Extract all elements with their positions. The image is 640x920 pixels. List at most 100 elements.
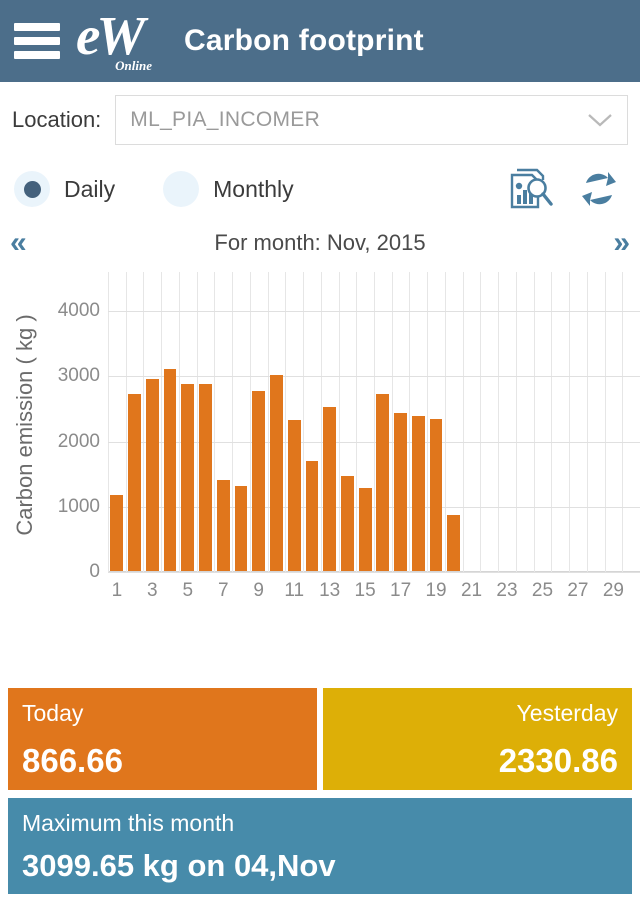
- mode-row: Daily Monthly: [0, 154, 640, 220]
- location-select[interactable]: ML_PIA_INCOMER: [115, 95, 628, 145]
- chart-gridline-horizontal: [108, 311, 640, 313]
- chart-x-tick-label: 17: [390, 580, 412, 601]
- chart-gridline-vertical: [161, 272, 163, 572]
- location-selected-value: ML_PIA_INCOMER: [130, 108, 321, 131]
- chart-bar[interactable]: [394, 413, 407, 571]
- today-card-value: 866.66: [22, 742, 123, 779]
- prev-month-button[interactable]: «: [10, 228, 60, 258]
- month-title: For month: Nov, 2015: [214, 230, 426, 255]
- logo-subtext: Online: [115, 58, 152, 73]
- chart-x-tick-label: 25: [531, 580, 554, 601]
- maximum-card-value: 3099.65 kg on 04,Nov: [22, 848, 336, 883]
- app-logo[interactable]: eW Online: [76, 5, 154, 73]
- today-card[interactable]: Today 866.66: [8, 688, 317, 790]
- chart-bar[interactable]: [270, 374, 283, 571]
- chart-bar[interactable]: [128, 393, 141, 571]
- chart-x-tick-label: 9: [253, 580, 265, 601]
- chart-y-axis-label: Carbon emission ( kg ): [12, 314, 37, 536]
- chart-gridline-vertical: [267, 272, 269, 572]
- chart-gridline-vertical: [515, 272, 517, 572]
- chart-gridline-vertical: [374, 272, 375, 572]
- chart-x-axis-ticks: 1 3 5 7 9 11 13 15 17 19 21 23 25 27 29: [108, 580, 640, 610]
- carbon-emission-chart: Carbon emission ( kg ) 0 1000 2000 3000 4000…: [0, 272, 640, 622]
- app-header: eW Online Carbon footprint: [0, 0, 640, 82]
- chart-bar[interactable]: [163, 368, 177, 571]
- chart-gridline-vertical: [232, 272, 234, 572]
- chart-bar[interactable]: [358, 488, 372, 571]
- chart-x-tick-label: 23: [496, 580, 518, 601]
- chart-gridline-vertical: [569, 272, 571, 572]
- location-row: Location: ML_PIA_INCOMER: [0, 82, 640, 154]
- chart-bar[interactable]: [216, 479, 230, 571]
- chart-bar[interactable]: [447, 514, 461, 571]
- radio-option-daily[interactable]: Daily: [14, 171, 115, 207]
- chart-bar[interactable]: [305, 461, 319, 571]
- chart-x-tick-label: 11: [284, 580, 305, 601]
- summary-card-row: Today 866.66 Yesterday 2330.86: [8, 688, 632, 790]
- chart-x-tick-label: 27: [567, 580, 589, 601]
- chart-gridline-horizontal: [108, 376, 640, 378]
- chart-y-tick-label: 0: [89, 561, 100, 582]
- chart-bar[interactable]: [252, 391, 266, 571]
- maximum-card[interactable]: Maximum this month 3099.65 kg on 04,Nov: [8, 798, 632, 894]
- report-search-icon[interactable]: [504, 165, 556, 213]
- chart-bar[interactable]: [411, 415, 425, 571]
- hamburger-bar: [14, 51, 60, 59]
- chart-plot-area: [108, 272, 640, 573]
- chart-gridline-vertical: [143, 272, 145, 572]
- chart-bar[interactable]: [199, 383, 212, 571]
- chart-gridline-vertical: [462, 272, 464, 572]
- chart-gridline-vertical: [586, 272, 588, 572]
- chart-gridline-vertical: [338, 272, 340, 572]
- chart-bar[interactable]: [323, 406, 337, 571]
- chart-gridline-vertical: [249, 272, 251, 572]
- radio-option-monthly[interactable]: Monthly: [163, 171, 294, 207]
- chart-bar[interactable]: [376, 394, 390, 571]
- chart-bar[interactable]: [429, 419, 443, 571]
- summary-cards: Today 866.66 Yesterday 2330.86 Maximum t…: [0, 688, 640, 894]
- chart-gridline-vertical: [214, 272, 216, 572]
- radio-daily-label: Daily: [64, 175, 116, 202]
- chart-bar[interactable]: [145, 379, 159, 571]
- today-card-label: Today: [22, 700, 84, 726]
- chart-gridline-vertical: [409, 272, 411, 572]
- hamburger-bar: [14, 23, 60, 31]
- chevron-down-icon: [588, 114, 612, 127]
- chart-bar[interactable]: [234, 486, 248, 571]
- chart-gridline-vertical: [533, 272, 535, 572]
- hamburger-menu-icon[interactable]: [14, 23, 60, 59]
- chart-gridline-vertical: [427, 272, 429, 572]
- chart-gridline-vertical: [303, 272, 305, 572]
- chart-gridline-vertical: [622, 272, 624, 572]
- chart-bar[interactable]: [181, 383, 195, 571]
- chart-gridline-vertical: [285, 272, 287, 572]
- chart-gridline-vertical: [480, 272, 482, 572]
- refresh-sync-icon[interactable]: [578, 167, 620, 211]
- chart-gridline-vertical: [498, 272, 500, 572]
- chart-gridline-vertical: [108, 272, 109, 572]
- chart-bar[interactable]: [110, 495, 124, 571]
- chart-bar[interactable]: [341, 476, 354, 571]
- chart-x-tick-label: 5: [182, 580, 194, 601]
- month-nav: « For month: Nov, 2015 »: [0, 220, 640, 266]
- chart-y-tick-label: 2000: [57, 430, 100, 452]
- chart-x-tick-label: 7: [217, 580, 229, 601]
- chart-gridline-vertical: [604, 272, 606, 572]
- next-month-button[interactable]: »: [580, 228, 630, 258]
- chart-gridline-horizontal: [108, 572, 640, 573]
- yesterday-card-label: Yesterday: [516, 700, 618, 726]
- chart-gridline-vertical: [391, 272, 393, 572]
- logo-text: eW: [76, 5, 145, 66]
- maximum-card-label: Maximum this month: [22, 810, 235, 836]
- page-title: Carbon footprint: [184, 24, 424, 57]
- chart-gridline-vertical: [444, 272, 446, 572]
- chart-gridline-vertical: [320, 272, 322, 572]
- radio-monthly-indicator[interactable]: [163, 171, 200, 207]
- radio-daily-indicator[interactable]: [14, 171, 50, 207]
- chart-x-tick-label: 13: [319, 580, 341, 601]
- yesterday-card[interactable]: Yesterday 2330.86: [323, 688, 632, 790]
- chart-gridline-vertical: [356, 272, 358, 572]
- chart-y-axis-ticks: 0 1000 2000 3000 4000: [38, 272, 100, 582]
- chart-y-tick-label: 3000: [57, 365, 100, 387]
- chart-bar[interactable]: [287, 419, 301, 571]
